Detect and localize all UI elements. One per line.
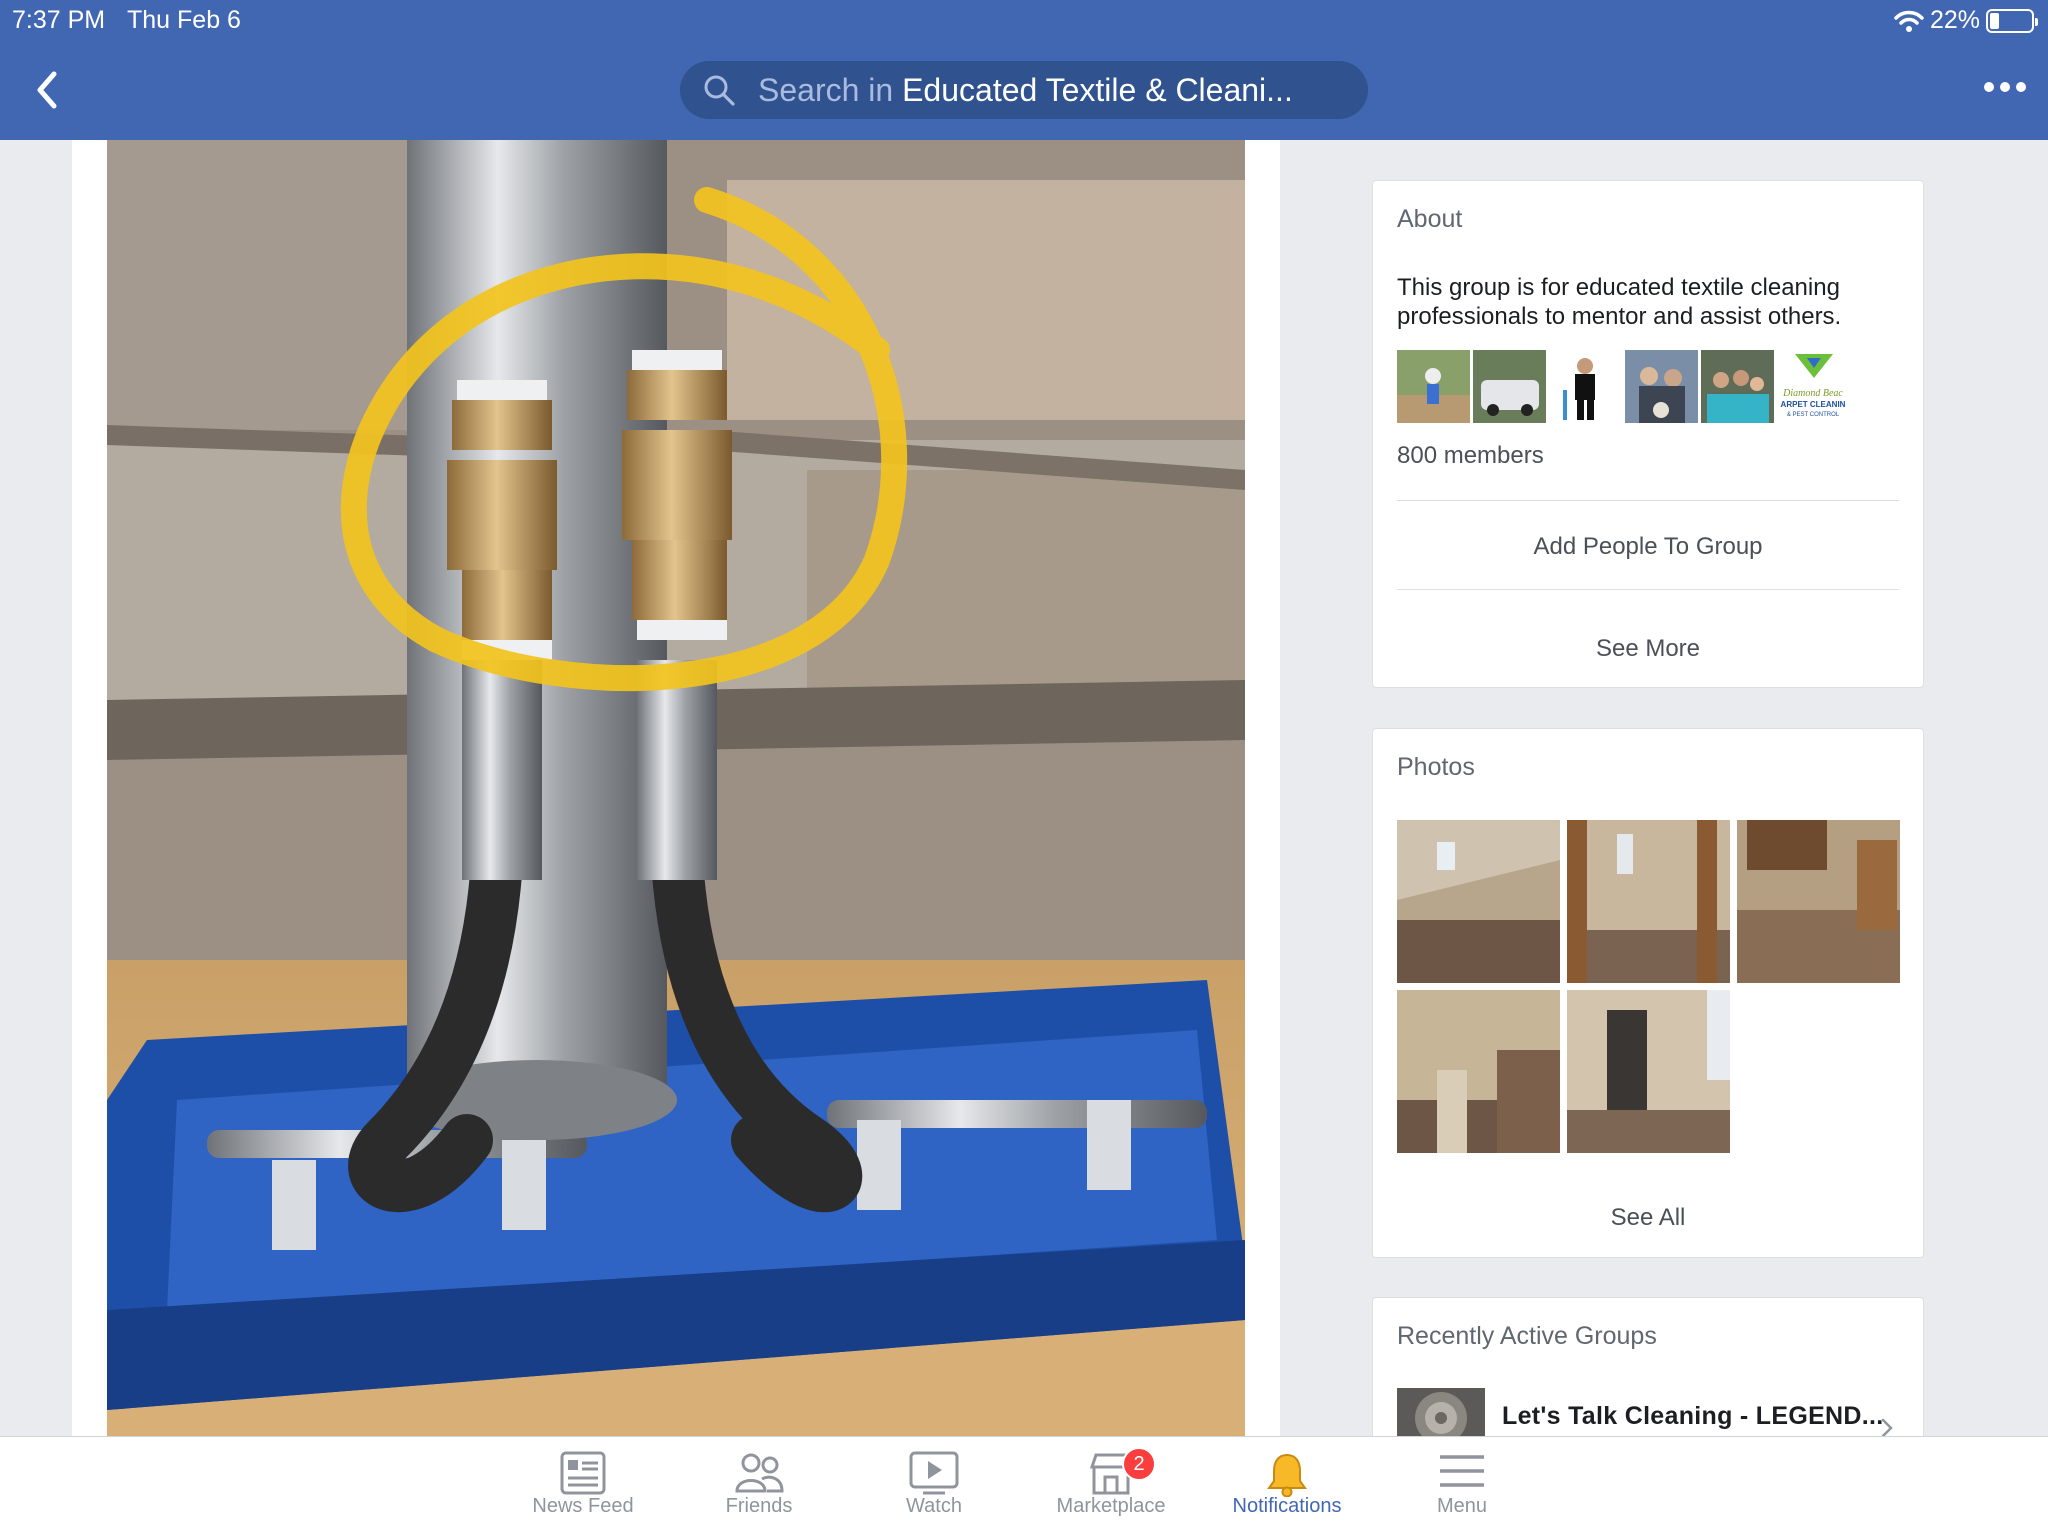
tab-news-feed[interactable]: News Feed (508, 1437, 658, 1536)
carpet-wand-photo (107, 140, 1245, 1436)
photo-thumbnail[interactable] (1567, 820, 1730, 983)
tab-label: News Feed (532, 1495, 634, 1517)
marketplace-badge: 2 (1122, 1447, 1156, 1481)
logo-line-3: & PEST CONTROL (1787, 412, 1840, 418)
tab-label: Marketplace (1056, 1495, 1166, 1517)
search-group-name: Educated Textile & Cleani... (902, 71, 1293, 108)
about-description: This group is for educated textile clean… (1397, 274, 1842, 330)
group-search-bar[interactable]: Search in Educated Textile & Cleani... (680, 61, 1368, 119)
tab-notifications[interactable]: Notifications (1212, 1437, 1362, 1536)
more-options-button[interactable] (1984, 82, 2026, 92)
news-feed-icon (560, 1451, 606, 1495)
menu-icon (1440, 1455, 1484, 1487)
recent-group-name: Let's Talk Cleaning - LEGEND... (1502, 1402, 1884, 1430)
divider (1397, 589, 1899, 590)
search-icon (704, 75, 735, 106)
tab-watch[interactable]: Watch (859, 1437, 1009, 1536)
more-dot (2000, 82, 2010, 92)
member-avatar-logo[interactable]: Diamond Beac ARPET CLEANIN & PEST CONTRO… (1777, 350, 1850, 423)
add-people-button[interactable]: Add People To Group (1373, 533, 1923, 561)
about-card: About This group is for educated textile… (1372, 180, 1924, 688)
logo-line-1: Diamond Beac (1782, 388, 1843, 399)
chevron-left-icon (37, 71, 57, 109)
status-time: 7:37 PM (12, 6, 106, 34)
status-indicators: 22% (1894, 6, 2038, 35)
photo-thumbnail[interactable] (1397, 990, 1560, 1153)
more-dot (1984, 82, 1994, 92)
post-photo[interactable] (107, 140, 1245, 1436)
member-avatars[interactable]: Diamond Beac ARPET CLEANIN & PEST CONTRO… (1397, 350, 1850, 423)
recent-groups-card: Recently Active Groups Let's Talk Cleani… (1372, 1297, 1924, 1457)
bottom-tab-bar: News Feed Friends Watch 2 Marketplace No… (0, 1436, 2048, 1536)
battery-percent: 22% (1929, 6, 1980, 34)
wifi-icon (1894, 10, 1924, 32)
photo-thumbnail[interactable] (1737, 820, 1900, 983)
tab-label: Menu (1436, 1495, 1488, 1517)
photo-thumbnail[interactable] (1397, 820, 1560, 983)
watch-icon (909, 1451, 959, 1495)
tab-friends[interactable]: Friends (684, 1437, 834, 1536)
about-title: About (1397, 205, 1463, 233)
status-date: Thu Feb 6 (127, 6, 241, 34)
bell-icon (1267, 1453, 1307, 1497)
member-count[interactable]: 800 members (1397, 442, 1544, 470)
search-placeholder: Search in (758, 71, 894, 108)
member-avatar[interactable] (1701, 350, 1774, 423)
member-avatar[interactable] (1473, 350, 1546, 423)
member-avatar[interactable] (1549, 350, 1622, 423)
more-dot (2016, 82, 2026, 92)
battery-icon (1986, 8, 2038, 33)
member-avatar[interactable] (1625, 350, 1698, 423)
see-all-photos-button[interactable]: See All (1373, 1204, 1923, 1232)
recent-groups-title: Recently Active Groups (1397, 1322, 1657, 1350)
divider (1397, 500, 1899, 501)
see-more-button[interactable]: See More (1373, 635, 1923, 663)
back-button[interactable] (28, 68, 68, 112)
top-navigation-bar: 7:37 PM Thu Feb 6 22% Search in Educated… (0, 0, 2048, 140)
tab-marketplace[interactable]: 2 Marketplace (1036, 1437, 1186, 1536)
photos-title: Photos (1397, 753, 1475, 781)
photo-grid (1397, 820, 1901, 1153)
logo-line-2: ARPET CLEANIN (1781, 400, 1846, 409)
tab-label: Friends (725, 1495, 793, 1517)
photos-card: Photos See All (1372, 728, 1924, 1258)
member-avatar[interactable] (1397, 350, 1470, 423)
friends-icon (735, 1453, 784, 1493)
battery-level (1990, 12, 1999, 29)
tab-menu[interactable]: Menu (1387, 1437, 1537, 1536)
tab-label: Notifications (1232, 1495, 1342, 1517)
photo-thumbnail[interactable] (1567, 990, 1730, 1153)
tab-label: Watch (906, 1495, 962, 1517)
